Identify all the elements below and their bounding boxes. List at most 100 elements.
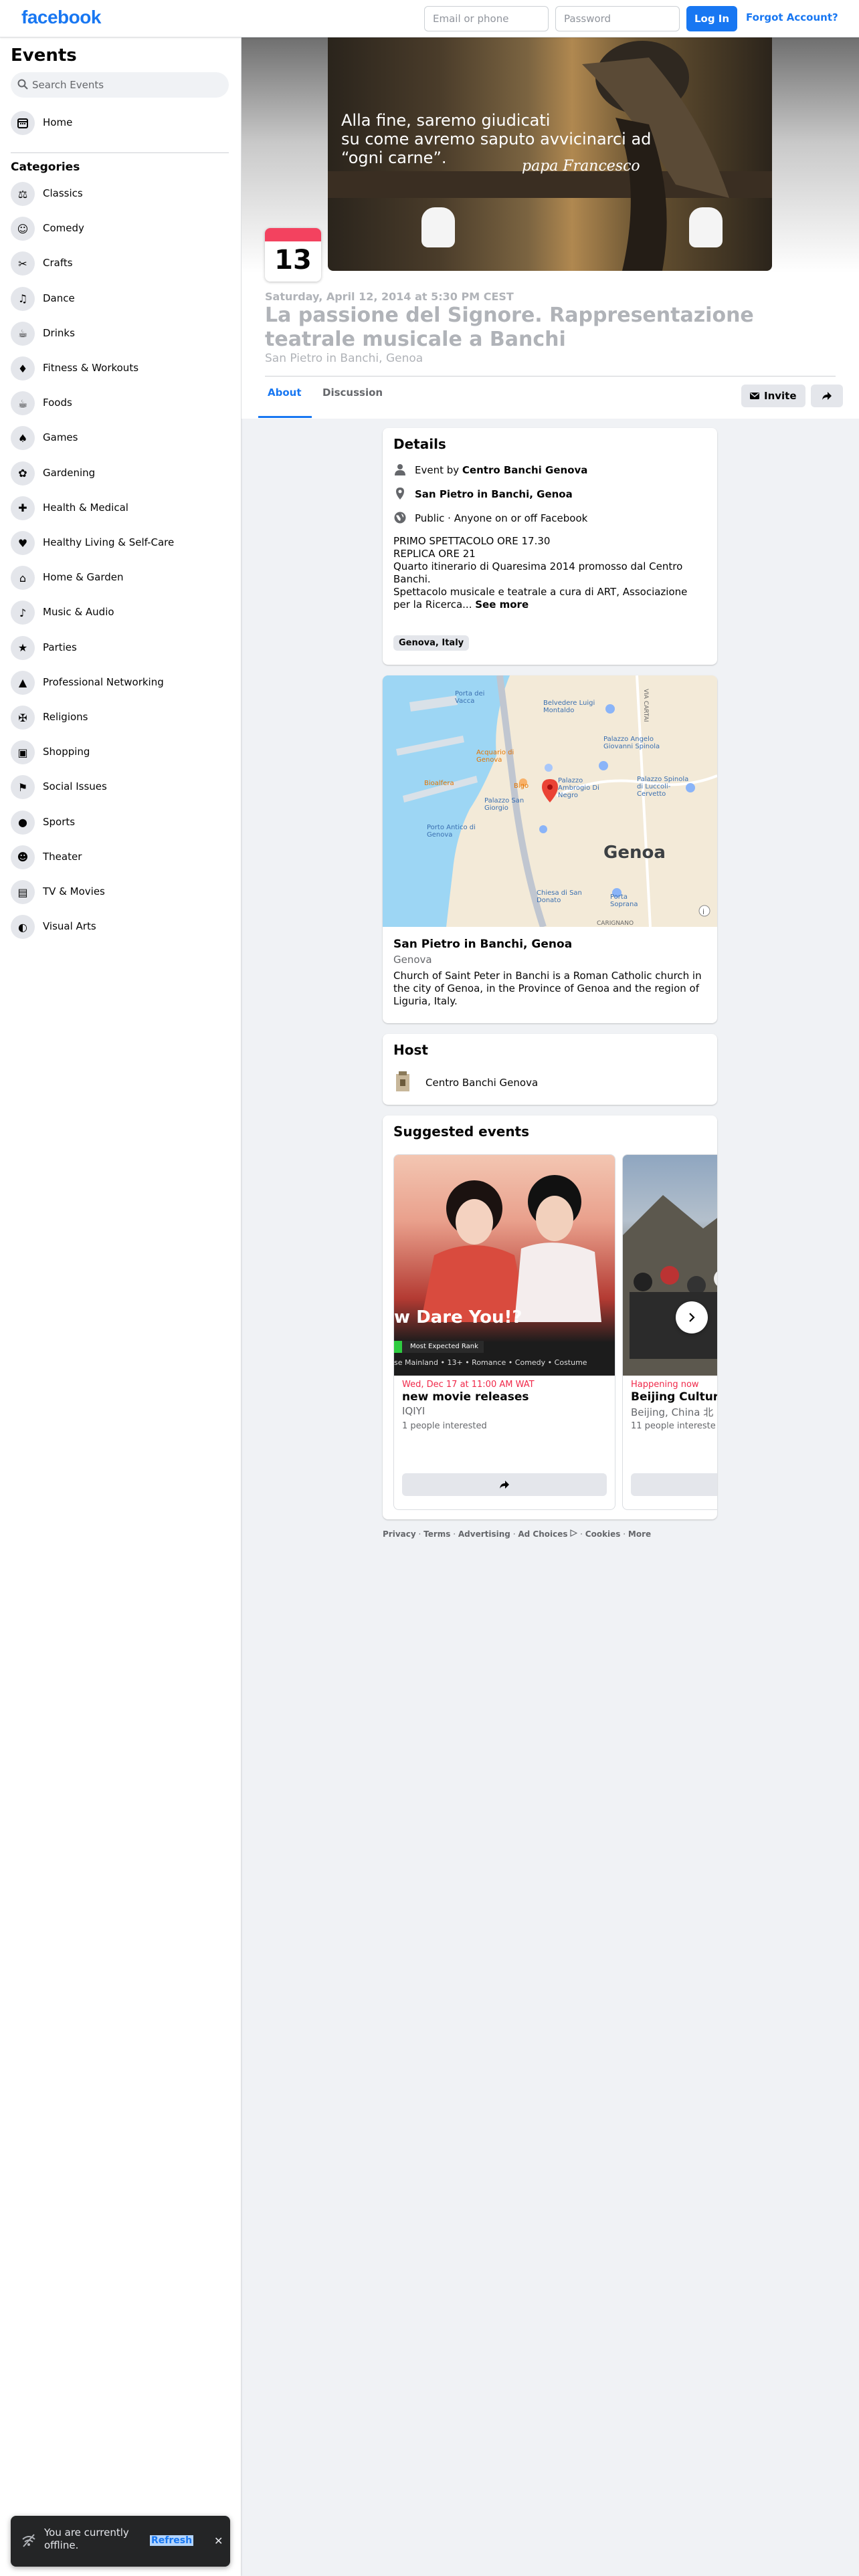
sidebar-item-comedy[interactable]: ☺ Comedy <box>5 211 235 246</box>
footer-link-privacy[interactable]: Privacy <box>383 1529 416 1539</box>
footer-links: Privacy · Terms · Advertising · Ad Choic… <box>383 1529 652 1539</box>
sidebar-item-label: Theater <box>43 850 82 863</box>
shopping-icon: ▣ <box>11 740 35 765</box>
event-thumbnail <box>623 1155 717 1376</box>
sidebar-item-social-issues[interactable]: ⚑ Social Issues <box>5 770 235 804</box>
password-field[interactable]: Password <box>555 6 680 31</box>
home-garden-icon: ⌂ <box>11 566 35 591</box>
sidebar-item-label: Shopping <box>43 746 90 758</box>
top-bar: facebook Email or phone Password Log In … <box>0 0 859 37</box>
person-icon <box>395 464 405 475</box>
offline-toast: You are currently offline. Refresh ✕ <box>11 2516 230 2567</box>
sidebar-item-home[interactable]: Home <box>5 106 235 140</box>
tab-discussion[interactable]: Discussion <box>322 387 383 399</box>
sidebar-item-label: Social Issues <box>43 780 107 793</box>
comedy-icon: ☺ <box>11 217 35 241</box>
sidebar-item-music[interactable]: ♪ Music & Audio <box>5 595 235 630</box>
sidebar-item-theater[interactable]: ☻ Theater <box>5 840 235 875</box>
facebook-logo[interactable]: facebook <box>21 7 101 28</box>
crafts-icon: ✂ <box>11 251 35 276</box>
footer-link-ad-choices[interactable]: Ad Choices <box>518 1529 567 1539</box>
sidebar-item-label: Sports <box>43 815 76 828</box>
sidebar-item-gardening[interactable]: ✿ Gardening <box>5 456 235 491</box>
footer-link-advertising[interactable]: Advertising <box>458 1529 510 1539</box>
sidebar-item-health[interactable]: ✚ Health & Medical <box>5 491 235 526</box>
details-card: Details Event by Centro Banchi Genova Sa… <box>383 428 717 665</box>
location-pin-icon <box>396 488 404 500</box>
share-button[interactable] <box>631 1473 717 1496</box>
theater-icon: ☻ <box>11 845 35 869</box>
location-tag[interactable]: Genova, Italy <box>393 635 470 651</box>
footer-link-terms[interactable]: Terms <box>423 1529 450 1539</box>
invite-button[interactable]: Invite <box>741 385 805 407</box>
rank-badge: Most Expected Rank <box>394 1341 484 1353</box>
event-location: Beijing, China 北 <box>631 1406 714 1418</box>
sidebar-item-classics[interactable]: ⚖ Classics <box>5 177 235 211</box>
event-location[interactable]: San Pietro in Banchi, Genoa <box>265 352 423 365</box>
event-date-card: 13 <box>265 228 321 282</box>
glove-left <box>421 207 455 247</box>
sidebar-item-label: Comedy <box>43 222 84 235</box>
visual-arts-icon: ◐ <box>11 915 35 940</box>
event-title: new movie releases <box>402 1390 529 1404</box>
login-button[interactable]: Log In <box>686 6 737 31</box>
search-input[interactable]: Search Events <box>11 72 229 98</box>
interested-count: 1 people interested <box>402 1421 487 1431</box>
place-name[interactable]: San Pietro in Banchi, Genoa <box>393 938 572 951</box>
suggested-events-card: Suggested events w Dare You!? Most Expec… <box>383 1115 717 1519</box>
games-icon: ♠ <box>11 426 35 451</box>
sidebar-item-games[interactable]: ♠ Games <box>5 421 235 455</box>
categories-heading: Categories <box>11 160 80 174</box>
sidebar-item-dance[interactable]: ♫ Dance <box>5 282 235 316</box>
search-placeholder: Search Events <box>32 79 104 91</box>
tv-movies-icon: ▤ <box>11 880 35 904</box>
sidebar-item-fitness[interactable]: ♦ Fitness & Workouts <box>5 351 235 386</box>
sidebar-item-crafts[interactable]: ✂ Crafts <box>5 246 235 281</box>
email-field[interactable]: Email or phone <box>424 6 549 31</box>
close-icon[interactable]: ✕ <box>214 2535 223 2547</box>
refresh-link[interactable]: Refresh <box>150 2535 194 2546</box>
sidebar-item-shopping[interactable]: ▣ Shopping <box>5 735 235 770</box>
sidebar-item-tv-movies[interactable]: ▤ TV & Movies <box>5 875 235 909</box>
search-icon <box>17 79 28 90</box>
music-icon: ♪ <box>11 601 35 625</box>
sidebar-item-drinks[interactable]: ☕ Drinks <box>5 316 235 351</box>
host-name: Centro Banchi Genova <box>425 1077 539 1089</box>
footer-link-cookies[interactable]: Cookies <box>585 1529 621 1539</box>
sidebar-item-religions[interactable]: ✠ Religions <box>5 700 235 735</box>
sidebar-item-networking[interactable]: ▲ Professional Networking <box>5 665 235 700</box>
event-cover-photo[interactable]: Alla fine, saremo giudicati su come avre… <box>328 37 772 271</box>
forgot-account-link[interactable]: Forgot Account? <box>746 11 838 23</box>
sidebar-item-visual-arts[interactable]: ◐ Visual Arts <box>5 909 235 944</box>
details-heading: Details <box>393 436 446 452</box>
tab-about[interactable]: About <box>268 387 302 399</box>
share-button[interactable] <box>811 385 843 407</box>
social-issues-icon: ⚑ <box>11 775 35 800</box>
map-card: i Porta dei Vacca Belvedere Luigi Montal… <box>383 675 717 1023</box>
sidebar-item-label: Classics <box>43 187 83 199</box>
fitness-icon: ♦ <box>11 356 35 381</box>
see-more-link[interactable]: See more <box>475 599 529 611</box>
location-map[interactable]: i Porta dei Vacca Belvedere Luigi Montal… <box>383 675 717 927</box>
suggested-heading: Suggested events <box>393 1123 530 1140</box>
event-datetime: Saturday, April 12, 2014 at 5:30 PM CEST <box>265 290 514 303</box>
banner-meta: se Mainland • 13+ • Romance • Comedy • C… <box>394 1358 587 1367</box>
cover-signature: papa Francesco <box>522 158 640 175</box>
suggested-event-card[interactable]: Happening now Beijing Cultur Beijing, Ch… <box>622 1154 717 1510</box>
venue-link[interactable]: San Pietro in Banchi, Genoa <box>415 488 573 500</box>
sidebar-item-parties[interactable]: ★ Parties <box>5 631 235 665</box>
gardening-icon: ✿ <box>11 461 35 486</box>
sidebar-item-home-garden[interactable]: ⌂ Home & Garden <box>5 560 235 595</box>
carousel-next-button[interactable] <box>676 1301 708 1333</box>
footer-link-more[interactable]: More <box>628 1529 651 1539</box>
event-organizer: IQIYI <box>402 1405 425 1417</box>
sidebar-item-self-care[interactable]: ♥ Healthy Living & Self-Care <box>5 526 235 560</box>
organizer-link[interactable]: Centro Banchi Genova <box>462 464 588 476</box>
sidebar-item-sports[interactable]: ● Sports <box>5 805 235 840</box>
suggested-event-card[interactable]: w Dare You!? Most Expected Rank se Mainl… <box>393 1154 615 1510</box>
calendar-icon <box>11 111 35 135</box>
sidebar-item-label: Drinks <box>43 326 75 339</box>
sidebar-item-foods[interactable]: ☕ Foods <box>5 386 235 421</box>
share-button[interactable] <box>402 1473 607 1496</box>
active-tab-indicator <box>258 416 312 418</box>
